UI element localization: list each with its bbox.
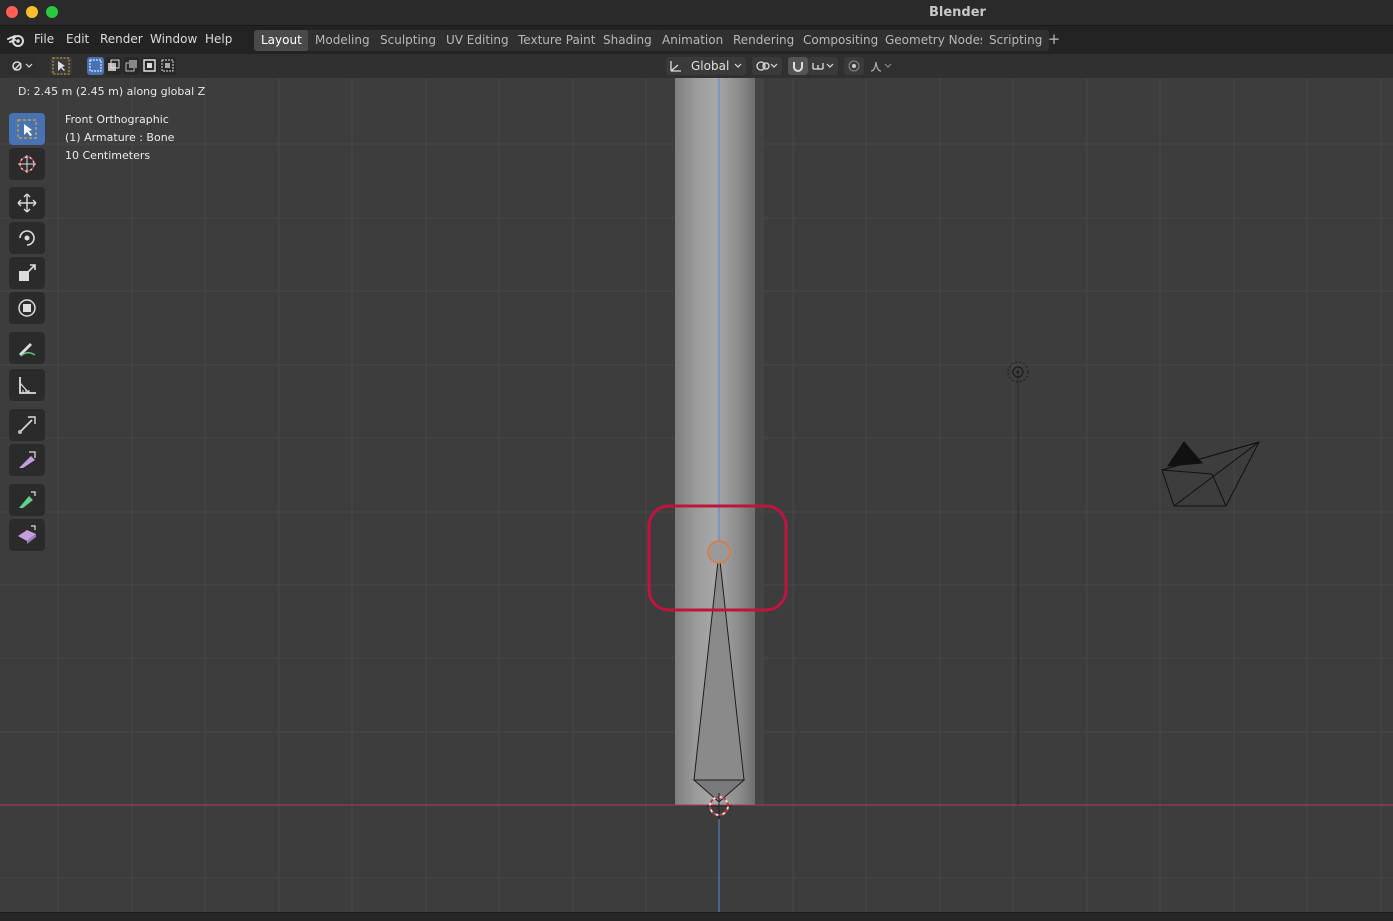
blender-logo-icon[interactable]	[7, 32, 25, 48]
proportional-edit-button[interactable]	[844, 57, 864, 75]
tab-animation[interactable]: Animation	[655, 30, 731, 51]
menu-file[interactable]: File	[34, 32, 54, 46]
snap-toggle-button[interactable]	[788, 57, 808, 75]
rotate-icon	[19, 230, 35, 246]
select-subtract-icon	[125, 60, 137, 72]
window-title: Blender	[929, 5, 986, 20]
tab-compositing[interactable]: Compositing	[796, 30, 886, 51]
bone-size-icon	[19, 451, 36, 468]
annotate-icon	[19, 343, 36, 357]
menu-help[interactable]: Help	[205, 32, 232, 46]
select-invert-button[interactable]	[141, 57, 158, 75]
menu-window[interactable]: Window	[150, 32, 197, 46]
pivot-point-dropdown[interactable]	[752, 57, 782, 75]
grid-scale-label: 10 Centimeters	[65, 149, 151, 162]
active-object-label: (1) Armature : Bone	[65, 131, 175, 144]
snap-target-dropdown[interactable]	[808, 57, 838, 75]
tab-texture-paint[interactable]: Texture Paint	[511, 30, 603, 51]
pivot-link-icon	[756, 61, 778, 71]
transform-orientation-label: Global	[691, 59, 730, 73]
roll-icon	[19, 491, 36, 508]
select-mode-button[interactable]	[50, 57, 72, 75]
tab-geometry-nodes[interactable]: Geometry Nodes	[878, 30, 994, 51]
menu-render[interactable]: Render	[100, 32, 143, 46]
tab-modeling[interactable]: Modeling	[308, 30, 377, 51]
tab-layout[interactable]: Layout	[254, 30, 309, 51]
select-intersect-button[interactable]	[159, 57, 176, 75]
viewport-scene	[0, 78, 1393, 912]
cursor-icon	[18, 155, 36, 173]
extrude-icon	[18, 416, 36, 434]
tool-rotate[interactable]	[9, 222, 45, 254]
snap-increment-icon	[812, 63, 834, 70]
editor-type-button[interactable]	[7, 57, 37, 75]
select-extend-button[interactable]	[105, 57, 122, 75]
select-intersect-icon	[161, 59, 174, 72]
view-name-label: Front Orthographic	[65, 113, 169, 126]
tool-extrude-to-cursor[interactable]	[9, 519, 45, 551]
measure-icon	[19, 377, 36, 394]
select-new-button[interactable]	[87, 57, 104, 75]
tool-measure[interactable]	[9, 369, 45, 401]
transform-status-text: D: 2.45 m (2.45 m) along global Z	[18, 85, 206, 98]
3d-viewport[interactable]	[0, 78, 1393, 912]
chevron-down-icon	[734, 63, 742, 68]
tab-sculpting[interactable]: Sculpting	[373, 30, 444, 51]
tool-roll[interactable]	[9, 484, 45, 516]
orientation-axes-icon	[670, 61, 681, 72]
tool-scale[interactable]	[9, 257, 45, 289]
tab-rendering[interactable]: Rendering	[726, 30, 802, 51]
tool-extrude[interactable]	[9, 409, 45, 441]
select-box-icon	[17, 119, 37, 139]
proportional-falloff-dropdown[interactable]	[866, 57, 896, 75]
status-bar	[0, 912, 1393, 921]
proportional-edit-icon	[848, 60, 860, 72]
falloff-curve-icon	[870, 61, 892, 72]
select-extend-icon	[108, 59, 120, 71]
move-icon	[17, 193, 37, 213]
select-invert-icon	[143, 59, 156, 72]
extrude-to-cursor-icon	[18, 525, 36, 544]
tool-select-box[interactable]	[9, 113, 45, 145]
top-bar: File Edit Render Window Help Layout Mode…	[0, 26, 1393, 54]
light-object-icon	[1007, 361, 1029, 805]
scale-icon	[19, 264, 36, 281]
cylinder-shadow	[755, 78, 764, 805]
transform-icon	[18, 299, 36, 317]
cursor-select-icon	[52, 57, 70, 75]
select-new-icon	[89, 59, 102, 72]
editor-type-icon	[12, 61, 33, 71]
select-subtract-button[interactable]	[123, 57, 140, 75]
tool-bone-size[interactable]	[9, 444, 45, 476]
menu-edit[interactable]: Edit	[66, 32, 89, 46]
add-workspace-button[interactable]: +	[1045, 31, 1063, 49]
magnet-icon	[793, 62, 803, 72]
tool-move[interactable]	[9, 187, 45, 219]
camera-object-icon	[1161, 441, 1260, 507]
tab-scripting[interactable]: Scripting	[982, 30, 1050, 51]
tool-cursor[interactable]	[9, 148, 45, 180]
window-titlebar: Blender	[0, 0, 1393, 26]
tab-shading[interactable]: Shading	[596, 30, 659, 51]
tab-uv-editing[interactable]: UV Editing	[439, 30, 516, 51]
tool-annotate[interactable]	[9, 332, 45, 364]
tool-transform[interactable]	[9, 292, 45, 324]
